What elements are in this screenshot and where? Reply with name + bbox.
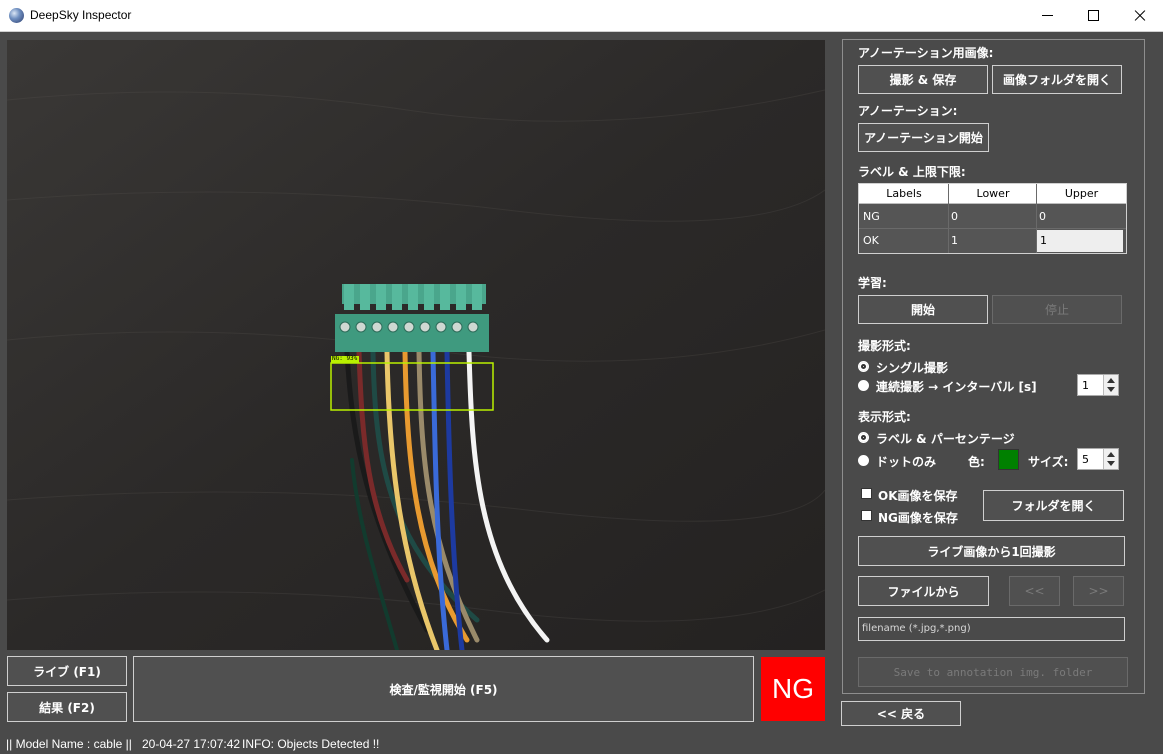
train-start-button[interactable]: 開始 bbox=[858, 295, 988, 324]
continuous-capture-label: 連続撮影 → インターバル [s] bbox=[876, 380, 1037, 394]
window-title: DeepSky Inspector bbox=[30, 8, 132, 22]
open-folder-button[interactable]: フォルダを開く bbox=[983, 490, 1124, 521]
minimize-icon[interactable] bbox=[1024, 0, 1070, 32]
training-label: 学習: bbox=[858, 276, 887, 290]
chevron-up-icon[interactable] bbox=[1107, 452, 1115, 457]
capture-save-button[interactable]: 撮影 & 保存 bbox=[858, 65, 988, 94]
annotation-label: アノーテーション: bbox=[858, 104, 958, 118]
column-header-labels: Labels bbox=[886, 187, 922, 200]
model-name: || Model Name : cable || bbox=[6, 737, 132, 751]
camera-preview: NG: 93% bbox=[7, 40, 825, 650]
back-button[interactable]: << 戻る bbox=[841, 701, 961, 726]
label-percentage-radio[interactable] bbox=[858, 432, 869, 443]
table-row[interactable]: NG 0 0 bbox=[859, 205, 1126, 229]
status-bar: || Model Name : cable || 20-04-27 17:07:… bbox=[0, 733, 1163, 754]
cell-upper-value: 1 bbox=[1040, 234, 1047, 247]
interval-value: 1 bbox=[1082, 379, 1089, 392]
chevron-down-icon[interactable] bbox=[1107, 461, 1115, 466]
chevron-down-icon[interactable] bbox=[1107, 387, 1115, 392]
timestamp: 20-04-27 17:07:42 bbox=[142, 737, 241, 751]
label-percentage-label: ラベル & パーセンテージ bbox=[876, 432, 1015, 446]
title-bar: DeepSky Inspector bbox=[0, 0, 1163, 32]
cell-label: NG bbox=[863, 210, 880, 223]
annotation-start-button[interactable]: アノーテーション開始 bbox=[858, 123, 989, 152]
cell-lower[interactable]: 0 bbox=[951, 210, 958, 223]
maximize-icon[interactable] bbox=[1070, 0, 1116, 32]
display-mode-label: 表示形式: bbox=[858, 410, 911, 424]
prev-button[interactable]: << bbox=[1009, 576, 1060, 606]
stepper-arrows[interactable] bbox=[1103, 375, 1118, 395]
save-ng-checkbox[interactable] bbox=[861, 510, 872, 521]
inspect-start-button[interactable]: 検査/監視開始 (F5) bbox=[133, 656, 754, 722]
save-annotation-button[interactable]: Save to annotation img. folder bbox=[858, 657, 1128, 687]
result-button[interactable]: 結果 (F2) bbox=[7, 692, 127, 722]
detection-label: NG: 93% bbox=[332, 355, 358, 362]
capture-mode-label: 撮影形式: bbox=[858, 339, 911, 353]
size-label: サイズ: bbox=[1028, 455, 1069, 469]
cell-label: OK bbox=[863, 234, 879, 247]
from-file-button[interactable]: ファイルから bbox=[858, 576, 989, 606]
cell-lower[interactable]: 1 bbox=[951, 234, 958, 247]
train-stop-button[interactable]: 停止 bbox=[992, 295, 1122, 324]
single-capture-radio[interactable] bbox=[858, 361, 869, 372]
cell-upper[interactable]: 0 bbox=[1039, 210, 1046, 223]
live-button[interactable]: ライブ (F1) bbox=[7, 656, 127, 686]
label-limits-label: ラベル & 上限下限: bbox=[858, 165, 966, 179]
close-icon[interactable] bbox=[1117, 0, 1163, 32]
dots-only-radio[interactable] bbox=[858, 455, 869, 466]
capture-once-button[interactable]: ライブ画像から1回撮影 bbox=[858, 536, 1125, 566]
stepper-arrows[interactable] bbox=[1103, 449, 1118, 469]
annotation-image-label: アノーテーション用画像: bbox=[858, 46, 994, 60]
interval-stepper[interactable]: 1 bbox=[1077, 374, 1119, 396]
save-ng-label: NG画像を保存 bbox=[878, 511, 958, 525]
column-header-lower: Lower bbox=[976, 187, 1010, 200]
single-capture-label: シングル撮影 bbox=[876, 361, 949, 375]
preview-image bbox=[7, 40, 825, 650]
label-limits-table[interactable]: Labels Lower Upper NG 0 0 OK 1 1 bbox=[858, 183, 1127, 254]
filename-field[interactable]: filename (*.jpg,*.png) bbox=[858, 617, 1125, 641]
info-message: INFO: Objects Detected !! bbox=[242, 737, 380, 751]
next-button[interactable]: >> bbox=[1073, 576, 1124, 606]
result-badge: NG bbox=[761, 657, 825, 721]
table-header: Labels Lower Upper bbox=[859, 184, 1126, 204]
size-value: 5 bbox=[1082, 453, 1089, 466]
app-icon bbox=[9, 8, 24, 23]
save-ok-checkbox[interactable] bbox=[861, 488, 872, 499]
size-stepper[interactable]: 5 bbox=[1077, 448, 1119, 470]
color-label: 色: bbox=[968, 455, 985, 469]
column-header-upper: Upper bbox=[1064, 187, 1099, 200]
save-ok-label: OK画像を保存 bbox=[878, 489, 958, 503]
chevron-up-icon[interactable] bbox=[1107, 378, 1115, 383]
continuous-capture-radio[interactable] bbox=[858, 380, 869, 391]
open-image-folder-button[interactable]: 画像フォルダを開く bbox=[992, 65, 1122, 94]
cell-upper-editor[interactable]: 1 bbox=[1037, 230, 1123, 252]
color-swatch[interactable] bbox=[998, 449, 1019, 470]
dots-only-label: ドットのみ bbox=[876, 455, 937, 469]
